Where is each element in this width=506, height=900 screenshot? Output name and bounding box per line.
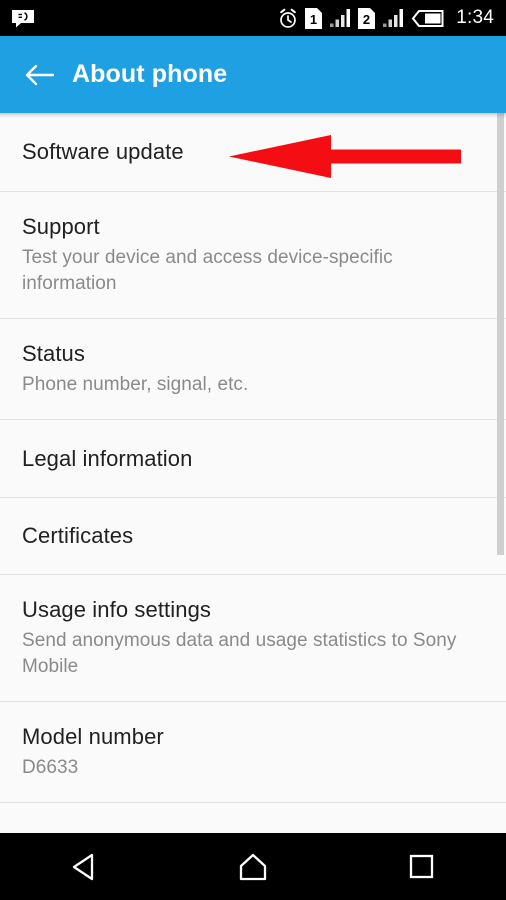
settings-list: Software update Support Test your device…: [0, 113, 506, 833]
sms-message-icon: [11, 9, 35, 28]
list-item-title: Certificates: [22, 523, 134, 548]
status-bar-clock: 1:34: [456, 7, 494, 28]
app-bar: About phone: [0, 36, 506, 113]
list-item-certificates[interactable]: Certificates: [0, 498, 506, 575]
nav-home-icon: [238, 853, 268, 881]
svg-text:1: 1: [310, 12, 317, 27]
list-item-subtitle: Phone number, signal, etc.: [22, 374, 249, 395]
list-item-subtitle: Send anonymous data and usage statistics…: [22, 630, 457, 677]
list-item-title: Legal information: [22, 445, 193, 471]
arrow-left-icon: [24, 63, 54, 87]
alarm-clock-icon: [278, 8, 298, 29]
list-item-software-update[interactable]: Software update: [0, 113, 506, 192]
page-title: About phone: [72, 60, 228, 88]
svg-text:2: 2: [363, 12, 370, 27]
list-item-legal-information[interactable]: Legal information: [0, 420, 506, 498]
list-item-partial[interactable]: [0, 803, 506, 833]
list-item-title: Usage info settings: [22, 597, 212, 622]
phone-screen: 1 2 1:34 About phone Software update Sup…: [0, 0, 506, 900]
sim-card-1-icon: 1: [305, 7, 323, 29]
status-bar-notifications: [0, 9, 278, 28]
list-item-title: Software update: [22, 139, 184, 164]
list-item-title: Support: [22, 214, 100, 239]
nav-back-triangle-icon: [71, 853, 97, 881]
nav-recents-square-icon: [409, 854, 434, 879]
list-item-subtitle: D6633: [22, 757, 79, 778]
list-item-title: Status: [22, 341, 85, 366]
nav-back-button[interactable]: [34, 833, 134, 900]
status-bar-indicators: 1 2 1:34: [278, 7, 506, 29]
signal-bars-icon: [382, 8, 404, 28]
list-item-subtitle: Test your device and access device-speci…: [22, 247, 393, 294]
list-item-title: Model number: [22, 724, 164, 749]
nav-home-button[interactable]: [203, 833, 303, 900]
signal-bars-icon: [329, 8, 351, 28]
list-item-support[interactable]: Support Test your device and access devi…: [0, 192, 506, 319]
back-button[interactable]: [10, 36, 68, 113]
sim-card-2-icon: 2: [358, 7, 376, 29]
navigation-bar: [0, 833, 506, 900]
battery-icon: [411, 9, 444, 27]
list-item-usage-info-settings[interactable]: Usage info settings Send anonymous data …: [0, 575, 506, 702]
status-bar: 1 2 1:34: [0, 0, 506, 36]
list-item-status[interactable]: Status Phone number, signal, etc.: [0, 319, 506, 420]
list-item-model-number[interactable]: Model number D6633: [0, 702, 506, 803]
nav-recents-button[interactable]: [372, 833, 472, 900]
vertical-scrollbar[interactable]: [497, 113, 504, 555]
